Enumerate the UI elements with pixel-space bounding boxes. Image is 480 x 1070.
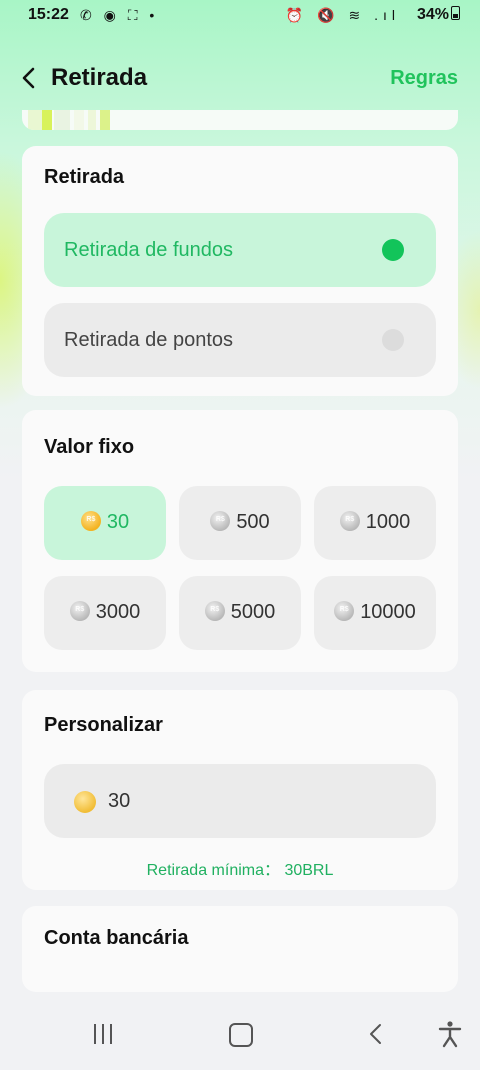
coin-icon <box>74 791 96 813</box>
chip-amount: 500 <box>236 511 270 533</box>
fixed-value-card: Valor fixo 30 500 1000 3000 5000 10000 <box>22 410 458 672</box>
amount-chip[interactable]: 500 <box>179 486 301 560</box>
fixed-value-title: Valor fixo <box>44 436 135 458</box>
coin-icon <box>334 601 355 621</box>
amount-chip[interactable]: 5000 <box>179 576 301 650</box>
option-withdraw-points[interactable]: Retirada de pontos <box>44 303 436 377</box>
amount-chip[interactable]: 30 <box>44 486 166 560</box>
page-title: Retirada <box>51 64 148 91</box>
withdraw-type-title: Retirada <box>44 166 125 188</box>
app-header: Retirada Regras <box>0 50 480 106</box>
amount-chip[interactable]: 10000 <box>314 576 436 650</box>
chip-amount: 30 <box>106 511 130 533</box>
coin-icon <box>69 601 90 621</box>
coin-icon <box>339 511 360 531</box>
option-withdraw-funds[interactable]: Retirada de fundos <box>44 213 436 287</box>
nav-back-icon[interactable] <box>366 1022 386 1046</box>
rules-link[interactable]: Regras <box>390 67 458 90</box>
coin-icon <box>210 511 231 531</box>
home-icon[interactable] <box>229 1023 253 1047</box>
coin-icon <box>80 511 101 531</box>
accessibility-icon[interactable] <box>438 1020 462 1048</box>
battery-percent: 34% <box>416 6 449 23</box>
notification-icons: ✆ ◉ ⛶ • <box>80 7 159 23</box>
chip-amount: 5000 <box>230 601 276 623</box>
recent-apps-icon[interactable] <box>94 1024 118 1044</box>
coin-icon <box>204 601 225 621</box>
chip-amount: 3000 <box>95 601 141 623</box>
chip-amount: 1000 <box>365 511 411 533</box>
custom-amount-input[interactable]: 30 <box>44 764 436 838</box>
system-status-icons: ⏰ 🔇 ≋ .ıl <box>285 7 400 23</box>
system-nav-bar <box>0 1000 480 1070</box>
radio-unselected-icon <box>382 329 404 351</box>
amount-chip[interactable]: 3000 <box>44 576 166 650</box>
banner-strip <box>22 110 458 130</box>
option-label: Retirada de pontos <box>64 329 234 351</box>
bank-account-card[interactable]: Conta bancária <box>22 906 458 992</box>
minimum-withdrawal-note: Retirada mínima： 30BRL <box>146 862 334 879</box>
custom-amount-title: Personalizar <box>44 714 163 736</box>
battery-level: 34% <box>417 6 460 24</box>
amount-chip[interactable]: 1000 <box>314 486 436 560</box>
option-label: Retirada de fundos <box>64 239 234 261</box>
custom-amount-card: Personalizar 30 Retirada mínima： 30BRL <box>22 690 458 890</box>
withdraw-type-card: Retirada Retirada de fundos Retirada de … <box>22 146 458 396</box>
chip-amount: 10000 <box>360 601 416 623</box>
radio-selected-icon <box>382 239 404 261</box>
back-arrow-icon[interactable] <box>20 66 40 90</box>
bank-account-title: Conta bancária <box>44 927 189 949</box>
status-time: 15:22 <box>28 6 69 23</box>
custom-amount-value: 30 <box>108 790 131 812</box>
battery-icon <box>451 6 460 20</box>
status-bar: 15:22 ✆ ◉ ⛶ • ⏰ 🔇 ≋ .ıl 34% <box>0 0 480 32</box>
